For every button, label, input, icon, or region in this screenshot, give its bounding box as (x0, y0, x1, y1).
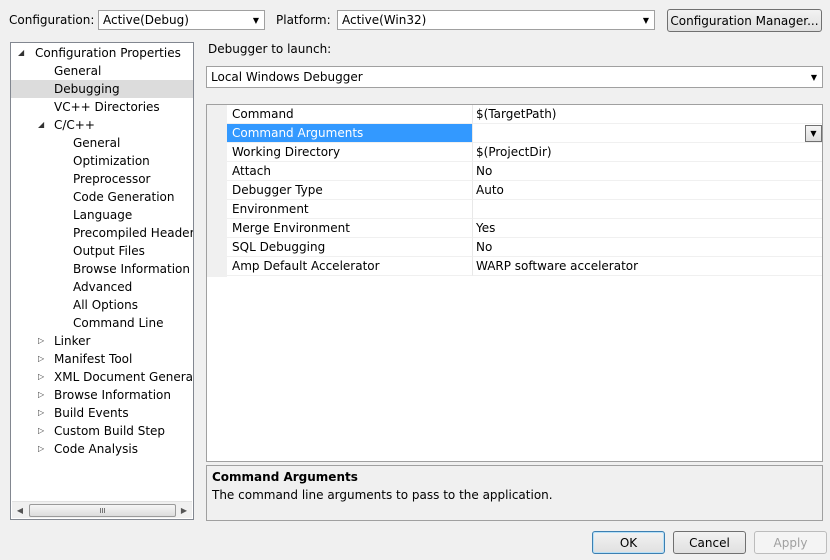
tree-item-browse-information-cpp[interactable]: Browse Information (73, 260, 190, 278)
property-row-amp-default-accelerator[interactable]: Amp Default Accelerator WARP software ac… (207, 257, 822, 276)
tree-item-language[interactable]: Language (73, 206, 132, 224)
property-row-environment[interactable]: Environment (207, 200, 822, 219)
property-row-command-arguments[interactable]: Command Arguments ▼ (207, 124, 822, 143)
platform-label: Platform: (276, 13, 331, 27)
configuration-select[interactable]: Active(Debug) ▼ (98, 10, 265, 30)
triangle-collapsed-icon[interactable]: ▷ (38, 350, 44, 368)
scroll-left-icon[interactable]: ◀ (12, 502, 28, 518)
tree-item-build-events[interactable]: Build Events (54, 404, 129, 422)
triangle-collapsed-icon[interactable]: ▷ (38, 440, 44, 458)
tree-item-cpp-general[interactable]: General (73, 134, 120, 152)
description-text: The command line arguments to pass to th… (212, 488, 553, 502)
tree-item-all-options[interactable]: All Options (73, 296, 138, 314)
tree-item-cpp[interactable]: C/C++ (54, 116, 95, 134)
triangle-expanded-icon[interactable]: ◢ (18, 44, 24, 62)
property-tree[interactable]: ◢ Configuration Properties General Debug… (10, 42, 194, 520)
tree-item-debugging[interactable]: Debugging (11, 80, 193, 98)
tree-item-preprocessor[interactable]: Preprocessor (73, 170, 150, 188)
tree-item-general[interactable]: General (54, 62, 101, 80)
description-panel: Command Arguments The command line argum… (206, 465, 823, 521)
apply-button[interactable]: Apply (754, 531, 827, 554)
cancel-button[interactable]: Cancel (673, 531, 746, 554)
property-row-command[interactable]: Command $(TargetPath) (207, 105, 822, 124)
triangle-expanded-icon[interactable]: ◢ (38, 116, 44, 134)
scroll-thumb[interactable]: III (29, 504, 176, 517)
ok-button[interactable]: OK (592, 531, 665, 554)
chevron-down-icon[interactable]: ▼ (805, 125, 822, 142)
configuration-manager-button[interactable]: Configuration Manager... (667, 9, 822, 32)
debugger-value: Local Windows Debugger (211, 70, 363, 84)
configuration-label: Configuration: (9, 13, 95, 27)
tree-item-custom-build-step[interactable]: Custom Build Step (54, 422, 165, 440)
tree-item-vc-directories[interactable]: VC++ Directories (54, 98, 160, 116)
triangle-collapsed-icon[interactable]: ▷ (38, 422, 44, 440)
chevron-down-icon: ▼ (810, 72, 818, 82)
triangle-collapsed-icon[interactable]: ▷ (38, 332, 44, 350)
triangle-collapsed-icon[interactable]: ▷ (38, 404, 44, 422)
tree-item-code-generation[interactable]: Code Generation (73, 188, 174, 206)
tree-item-command-line[interactable]: Command Line (73, 314, 164, 332)
platform-value: Active(Win32) (342, 13, 427, 27)
property-row-sql-debugging[interactable]: SQL Debugging No (207, 238, 822, 257)
command-arguments-input[interactable] (472, 124, 822, 143)
triangle-collapsed-icon[interactable]: ▷ (38, 368, 44, 386)
tree-item-xml-document-generator[interactable]: XML Document Generator (54, 368, 193, 386)
configuration-value: Active(Debug) (103, 13, 189, 27)
tree-item-browse-information[interactable]: Browse Information (54, 386, 171, 404)
property-grid: Command $(TargetPath) Command Arguments … (206, 104, 823, 462)
tree-item-manifest-tool[interactable]: Manifest Tool (54, 350, 132, 368)
property-row-attach[interactable]: Attach No (207, 162, 822, 181)
platform-select[interactable]: Active(Win32) ▼ (337, 10, 655, 30)
debugger-select[interactable]: Local Windows Debugger ▼ (206, 66, 823, 88)
property-row-merge-environment[interactable]: Merge Environment Yes (207, 219, 822, 238)
scroll-right-icon[interactable]: ▶ (176, 502, 192, 518)
chevron-down-icon: ▼ (252, 15, 260, 25)
chevron-down-icon: ▼ (642, 15, 650, 25)
description-title: Command Arguments (212, 470, 358, 484)
tree-root-configuration-properties[interactable]: Configuration Properties (35, 44, 181, 62)
tree-item-output-files[interactable]: Output Files (73, 242, 145, 260)
tree-horizontal-scrollbar[interactable]: ◀ III ▶ (12, 501, 192, 518)
property-row-debugger-type[interactable]: Debugger Type Auto (207, 181, 822, 200)
tree-item-advanced[interactable]: Advanced (73, 278, 132, 296)
triangle-collapsed-icon[interactable]: ▷ (38, 386, 44, 404)
debugger-to-launch-label: Debugger to launch: (208, 42, 332, 56)
tree-item-code-analysis[interactable]: Code Analysis (54, 440, 138, 458)
tree-item-optimization[interactable]: Optimization (73, 152, 150, 170)
tree-item-precompiled-headers[interactable]: Precompiled Headers (73, 224, 193, 242)
property-row-working-directory[interactable]: Working Directory $(ProjectDir) (207, 143, 822, 162)
tree-item-linker[interactable]: Linker (54, 332, 90, 350)
